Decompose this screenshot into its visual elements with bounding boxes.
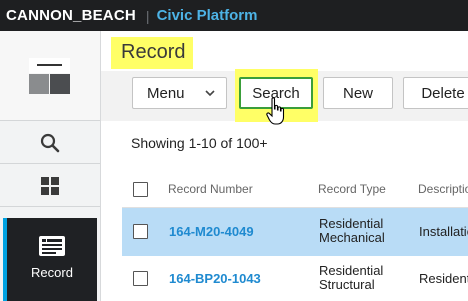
sidebar: Record bbox=[0, 31, 101, 301]
select-all-checkbox[interactable] bbox=[133, 182, 148, 197]
record-number-link[interactable]: 164-M20-4049 bbox=[169, 224, 254, 239]
search-icon bbox=[40, 133, 60, 152]
record-type: Residential Mechanical bbox=[319, 217, 385, 245]
row-checkbox[interactable] bbox=[133, 271, 148, 286]
header-separator: | bbox=[145, 7, 150, 24]
menu-dropdown-button[interactable]: Menu bbox=[132, 77, 227, 109]
sidebar-item-label: Record bbox=[31, 265, 73, 280]
column-header-record-type[interactable]: Record Type bbox=[318, 182, 386, 196]
record-description: Installatio bbox=[419, 224, 468, 239]
agency-name[interactable]: CANNON_BEACH bbox=[6, 7, 136, 24]
menu-label: Menu bbox=[147, 84, 185, 102]
top-bar: CANNON_BEACH | Civic Platform bbox=[0, 0, 468, 31]
sidebar-item-apps[interactable] bbox=[0, 165, 100, 207]
main-content: Record Menu Search New Delete Showing 1-… bbox=[101, 31, 468, 301]
hand-cursor-icon bbox=[266, 97, 285, 125]
record-type-line1: Residential bbox=[319, 263, 384, 278]
column-header-description[interactable]: Descriptio bbox=[418, 182, 468, 196]
column-header-record-number[interactable]: Record Number bbox=[168, 182, 253, 196]
delete-button[interactable]: Delete bbox=[403, 77, 468, 109]
record-number-link[interactable]: 164-BP20-1043 bbox=[169, 271, 261, 286]
row-checkbox[interactable] bbox=[133, 224, 148, 239]
result-count: Showing 1-10 of 100+ bbox=[131, 135, 268, 151]
platform-name[interactable]: Civic Platform bbox=[157, 7, 258, 24]
table-row[interactable]: 164-M20-4049 Residential Mechanical Inst… bbox=[122, 208, 468, 256]
page-title: Record bbox=[121, 41, 186, 63]
record-type-line1: Residential bbox=[319, 216, 384, 231]
record-type-line2: Structural bbox=[319, 277, 375, 292]
grid-icon bbox=[41, 176, 59, 195]
record-icon bbox=[39, 236, 65, 256]
table-header: Record Number Record Type Descriptio bbox=[101, 171, 468, 207]
record-type-line2: Mechanical bbox=[319, 230, 385, 245]
app-launcher[interactable] bbox=[0, 31, 100, 121]
table-row[interactable]: 164-BP20-1043 Residential Structural Res… bbox=[122, 257, 468, 301]
record-type: Residential Structural bbox=[319, 264, 383, 292]
civic-platform-logo-icon bbox=[29, 58, 70, 94]
new-button[interactable]: New bbox=[323, 77, 393, 109]
sidebar-item-record[interactable]: Record bbox=[3, 218, 97, 301]
record-description: Resident bbox=[419, 271, 468, 286]
chevron-down-icon bbox=[205, 90, 215, 97]
sidebar-item-search[interactable] bbox=[0, 122, 100, 164]
